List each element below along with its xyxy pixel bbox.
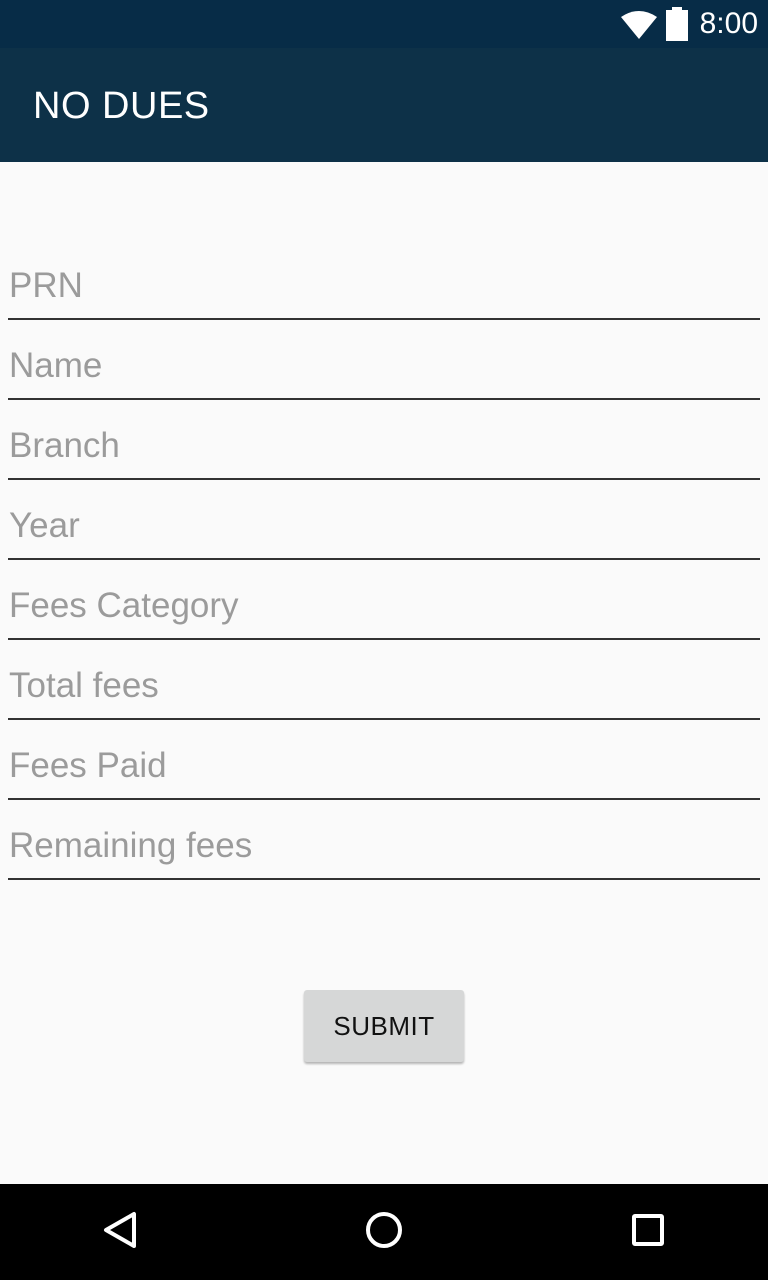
prn-field-container [8, 240, 760, 320]
wifi-icon [620, 9, 658, 39]
year-field[interactable] [8, 500, 760, 560]
back-button[interactable] [72, 1184, 168, 1280]
submit-button[interactable]: SUBMIT [304, 990, 464, 1062]
navigation-bar [0, 1184, 768, 1280]
recents-icon [628, 1210, 668, 1255]
remaining-fees-field-container [8, 800, 760, 880]
total-fees-field-container [8, 640, 760, 720]
prn-field[interactable] [8, 260, 760, 320]
total-fees-field[interactable] [8, 660, 760, 720]
status-time: 8:00 [699, 7, 758, 40]
home-button[interactable] [336, 1184, 432, 1280]
fees-category-field[interactable] [8, 580, 760, 640]
back-icon [100, 1210, 140, 1255]
branch-field[interactable] [8, 420, 760, 480]
fees-paid-field-container [8, 720, 760, 800]
remaining-fees-field[interactable] [8, 820, 760, 880]
branch-field-container [8, 400, 760, 480]
fees-paid-field[interactable] [8, 740, 760, 800]
app-title: NO DUES [33, 85, 210, 127]
name-field[interactable] [8, 340, 760, 400]
app-bar: NO DUES [0, 48, 768, 162]
battery-icon [665, 7, 688, 41]
year-field-container [8, 480, 760, 560]
recents-button[interactable] [600, 1184, 696, 1280]
status-icons: 8:00 [620, 0, 758, 48]
fees-category-field-container [8, 560, 760, 640]
status-bar: 8:00 [0, 0, 768, 48]
name-field-container [8, 320, 760, 400]
home-icon [364, 1210, 404, 1255]
